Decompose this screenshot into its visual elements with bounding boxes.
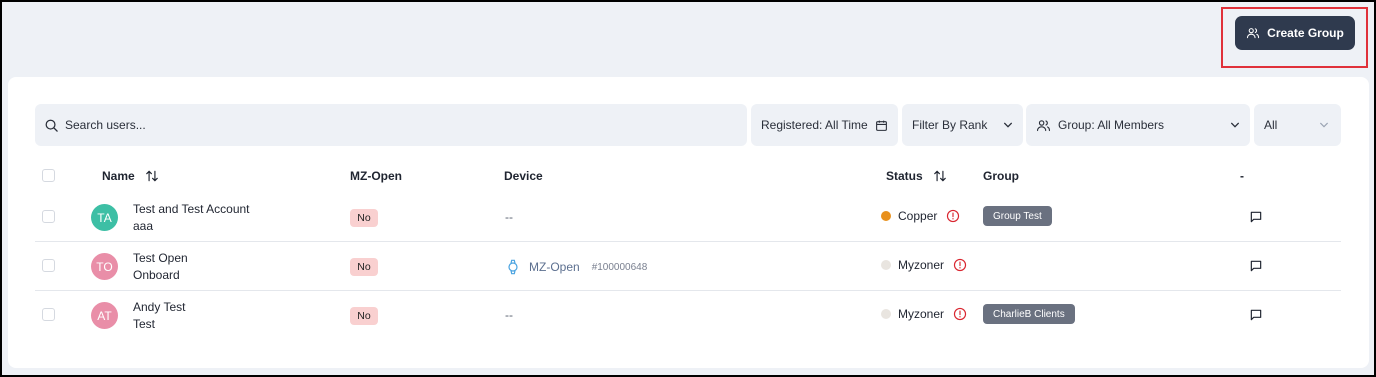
all-filter[interactable]: All	[1254, 104, 1341, 146]
column-name-label: Name	[102, 169, 135, 183]
device-empty: --	[505, 210, 513, 224]
table-row[interactable]: TO Test Open Onboard No MZ-Open #1000006…	[35, 242, 1341, 291]
user-name[interactable]: Andy Test Test	[133, 299, 185, 333]
create-group-highlight: Create Group	[1221, 7, 1368, 68]
user-name-line2: Onboard	[133, 268, 180, 282]
group-filter[interactable]: Group: All Members	[1026, 104, 1250, 146]
message-icon[interactable]	[1249, 259, 1263, 273]
user-name[interactable]: Test and Test Account aaa	[133, 201, 250, 235]
row-checkbox[interactable]	[42, 210, 55, 223]
status-label: Copper	[898, 209, 938, 223]
avatar: AT	[91, 302, 118, 329]
table-row[interactable]: TA Test and Test Account aaa No -- Coppe…	[35, 193, 1341, 242]
device-cell: --	[505, 308, 513, 322]
table-row[interactable]: AT Andy Test Test No -- Myzoner CharlieB…	[35, 291, 1341, 340]
calendar-icon	[875, 120, 887, 131]
page-frame: Create Group Registered: All Time Filter…	[0, 0, 1376, 377]
column-actions: -	[1240, 169, 1244, 183]
avatar-initials: TA	[97, 210, 112, 225]
search-input[interactable]	[65, 118, 725, 132]
device-id: #100000648	[591, 261, 648, 273]
table-header: Name MZ-Open Device Status Group -	[8, 165, 1369, 187]
device-name[interactable]: MZ-Open	[529, 260, 580, 274]
all-filter-label: All	[1264, 118, 1278, 132]
column-group: Group	[983, 169, 1019, 183]
chevron-down-icon	[1231, 122, 1239, 128]
device-empty: --	[505, 308, 513, 322]
select-all-checkbox[interactable]	[42, 169, 55, 182]
status-cell: Copper	[881, 209, 960, 223]
group-tag: Group Test	[983, 206, 1052, 226]
status-dot	[881, 260, 891, 270]
column-mz-open: MZ-Open	[350, 169, 402, 183]
column-status-label: Status	[886, 169, 923, 183]
user-name[interactable]: Test Open Onboard	[133, 250, 188, 284]
column-mz-open-label: MZ-Open	[350, 169, 402, 183]
chevron-down-icon	[1004, 122, 1012, 128]
column-group-label: Group	[983, 169, 1019, 183]
alert-circle-icon[interactable]	[953, 258, 967, 272]
sort-icon[interactable]	[933, 169, 947, 183]
column-name[interactable]: Name	[102, 169, 159, 183]
column-device-label: Device	[504, 169, 543, 183]
sort-icon[interactable]	[145, 169, 159, 183]
alert-circle-icon[interactable]	[946, 209, 960, 223]
device-cell: --	[505, 210, 513, 224]
status-cell: Myzoner	[881, 307, 967, 321]
rank-filter[interactable]: Filter By Rank	[902, 104, 1023, 146]
row-checkbox[interactable]	[42, 259, 55, 272]
chevron-down-icon	[1320, 122, 1328, 128]
registered-filter-label: Registered: All Time	[761, 118, 868, 132]
status-cell: Myzoner	[881, 258, 967, 272]
user-name-line1: Test and Test Account	[133, 202, 250, 216]
mz-open-badge: No	[350, 307, 378, 325]
users-icon	[1247, 28, 1260, 39]
mz-open-badge: No	[350, 209, 378, 227]
status-label: Myzoner	[898, 307, 945, 321]
user-name-line2: Test	[133, 317, 156, 331]
group-filter-label: Group: All Members	[1058, 118, 1165, 132]
user-name-line1: Andy Test	[133, 300, 186, 314]
status-dot	[881, 211, 891, 221]
column-status[interactable]: Status	[886, 169, 947, 183]
user-name-line1: Test Open	[133, 251, 188, 265]
status-label: Myzoner	[898, 258, 945, 272]
registered-filter[interactable]: Registered: All Time	[751, 104, 898, 146]
filter-bar: Registered: All Time Filter By Rank Grou…	[8, 104, 1369, 146]
message-icon[interactable]	[1249, 210, 1263, 224]
users-card: Registered: All Time Filter By Rank Grou…	[8, 77, 1369, 368]
group-tag: CharlieB Clients	[983, 304, 1075, 324]
column-device: Device	[504, 169, 543, 183]
rank-filter-label: Filter By Rank	[912, 118, 988, 132]
message-icon[interactable]	[1249, 308, 1263, 322]
row-checkbox[interactable]	[42, 308, 55, 321]
avatar-initials: AT	[97, 308, 112, 323]
create-group-button[interactable]: Create Group	[1235, 16, 1355, 50]
avatar-initials: TO	[96, 259, 113, 274]
column-actions-label: -	[1240, 169, 1244, 183]
status-dot	[881, 309, 891, 319]
user-name-line2: aaa	[133, 219, 154, 233]
create-group-label: Create Group	[1267, 26, 1344, 40]
mz-open-badge: No	[350, 258, 378, 276]
search-box[interactable]	[35, 104, 747, 146]
avatar: TA	[91, 204, 118, 231]
watch-icon	[508, 259, 518, 275]
users-icon	[1037, 119, 1050, 131]
search-icon	[45, 119, 58, 132]
avatar: TO	[91, 253, 118, 280]
alert-circle-icon[interactable]	[953, 307, 967, 321]
device-cell[interactable]: MZ-Open #100000648	[505, 259, 647, 275]
